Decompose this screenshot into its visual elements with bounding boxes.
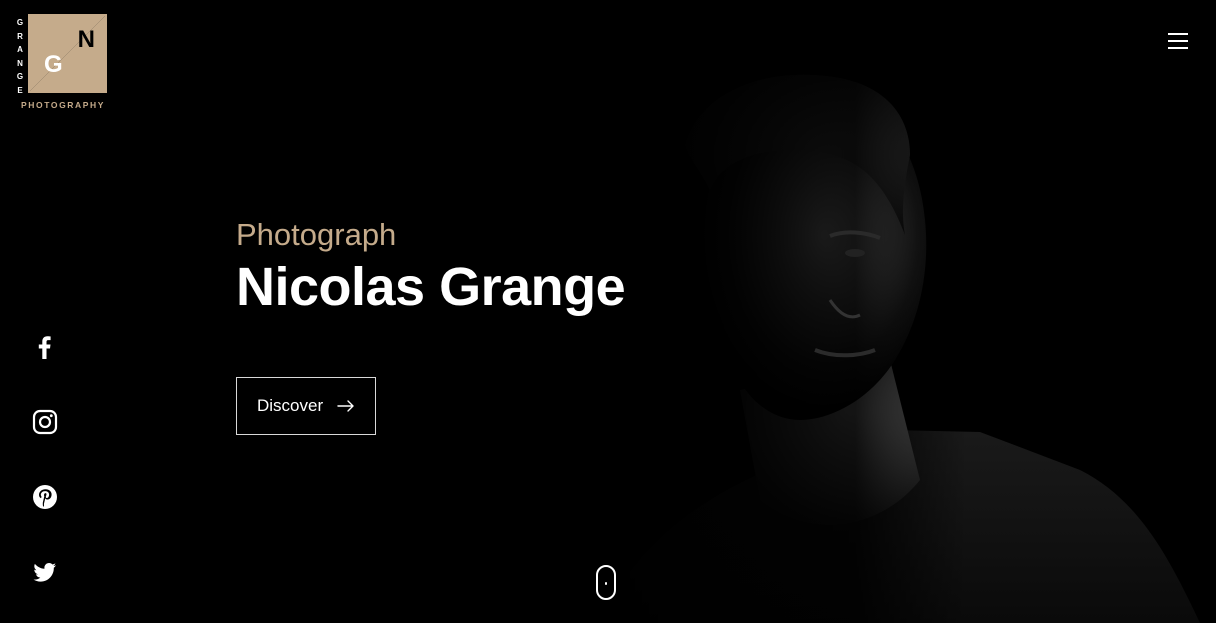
twitter-link[interactable] bbox=[32, 559, 58, 585]
logo-subtitle: PHOTOGRAPHY bbox=[21, 100, 106, 110]
hero-heading: Photograph Nicolas Grange bbox=[236, 217, 626, 318]
hero-kicker: Photograph bbox=[236, 217, 397, 252]
logo-vertical-text: G R A N G E bbox=[16, 18, 24, 95]
hamburger-line bbox=[1168, 33, 1188, 35]
arrow-right-icon bbox=[337, 400, 354, 412]
instagram-link[interactable] bbox=[32, 409, 58, 435]
discover-button[interactable]: Discover bbox=[236, 377, 376, 435]
logo-letter-n: N bbox=[77, 26, 95, 53]
discover-label: Discover bbox=[257, 396, 324, 415]
logo-monogram: N G bbox=[28, 14, 107, 93]
twitter-icon bbox=[33, 563, 56, 582]
facebook-icon bbox=[38, 336, 51, 359]
hero-page: G R A N G E N G PHOTOGRAPHY Photograph N… bbox=[0, 0, 1216, 623]
menu-button[interactable] bbox=[1168, 33, 1188, 51]
facebook-link[interactable] bbox=[32, 334, 58, 360]
instagram-icon bbox=[32, 409, 58, 435]
scroll-down-indicator[interactable] bbox=[596, 565, 616, 600]
brand-logo[interactable]: G R A N G E N G PHOTOGRAPHY bbox=[14, 14, 124, 114]
pinterest-link[interactable] bbox=[32, 484, 58, 510]
portrait-image bbox=[560, 60, 1216, 623]
hamburger-line bbox=[1168, 40, 1188, 42]
pinterest-icon bbox=[33, 485, 57, 509]
scroll-dot bbox=[605, 582, 607, 585]
logo-letter-g: G bbox=[44, 51, 63, 78]
hero-title: Nicolas Grange bbox=[236, 257, 626, 318]
hamburger-line bbox=[1168, 47, 1188, 49]
social-links bbox=[32, 334, 58, 623]
